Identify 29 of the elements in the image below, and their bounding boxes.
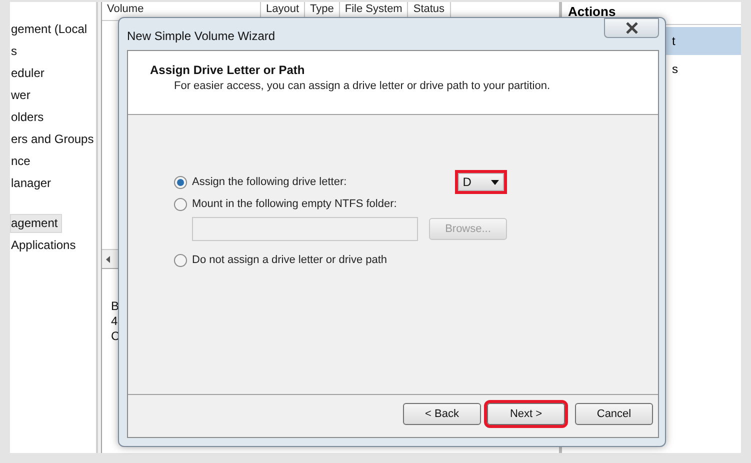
wizard-button[interactable]: Cancel: [575, 403, 653, 425]
option-label[interactable]: Assign the following drive letter:: [192, 176, 347, 188]
close-icon: [624, 22, 638, 34]
dialog-title: New Simple Volume Wizard: [127, 28, 276, 43]
caret-icon: [490, 180, 499, 184]
tree-item[interactable]: lanager: [10, 174, 56, 193]
tree-item[interactable]: wer: [10, 86, 34, 105]
disk-info-text: B: [111, 299, 120, 314]
tree-item[interactable]: Applications: [10, 236, 80, 255]
drive-letter-dropdown[interactable]: D: [458, 173, 504, 191]
tree-item[interactable]: olders: [10, 108, 48, 127]
option-label[interactable]: Do not assign a drive letter or drive path: [192, 254, 388, 266]
tree-item[interactable]: nce: [10, 152, 34, 171]
tree-item[interactable]: gement (Local: [10, 20, 92, 39]
tree-item[interactable]: agement: [10, 214, 62, 233]
option-label[interactable]: Mount in the following empty NTFS folder:: [192, 198, 397, 210]
radio-button[interactable]: [174, 176, 187, 188]
wizard-button[interactable]: Next >: [487, 403, 565, 425]
close-button[interactable]: [604, 18, 659, 38]
tree-item[interactable]: ers and Groups: [10, 130, 96, 149]
left-arrow-icon[interactable]: [106, 256, 110, 262]
disk-info-text: 4: [111, 314, 118, 329]
tree-item[interactable]: eduler: [10, 64, 48, 83]
radio-button[interactable]: [174, 254, 187, 266]
tree-item[interactable]: s: [10, 42, 21, 61]
wizard-button[interactable]: < Back: [403, 403, 481, 425]
page-description: For easier access, you can assign a drive letter or drive path to your partition.: [173, 79, 552, 92]
page-heading: Assign Drive Letter or Path: [150, 63, 306, 77]
radio-button[interactable]: [174, 198, 187, 210]
